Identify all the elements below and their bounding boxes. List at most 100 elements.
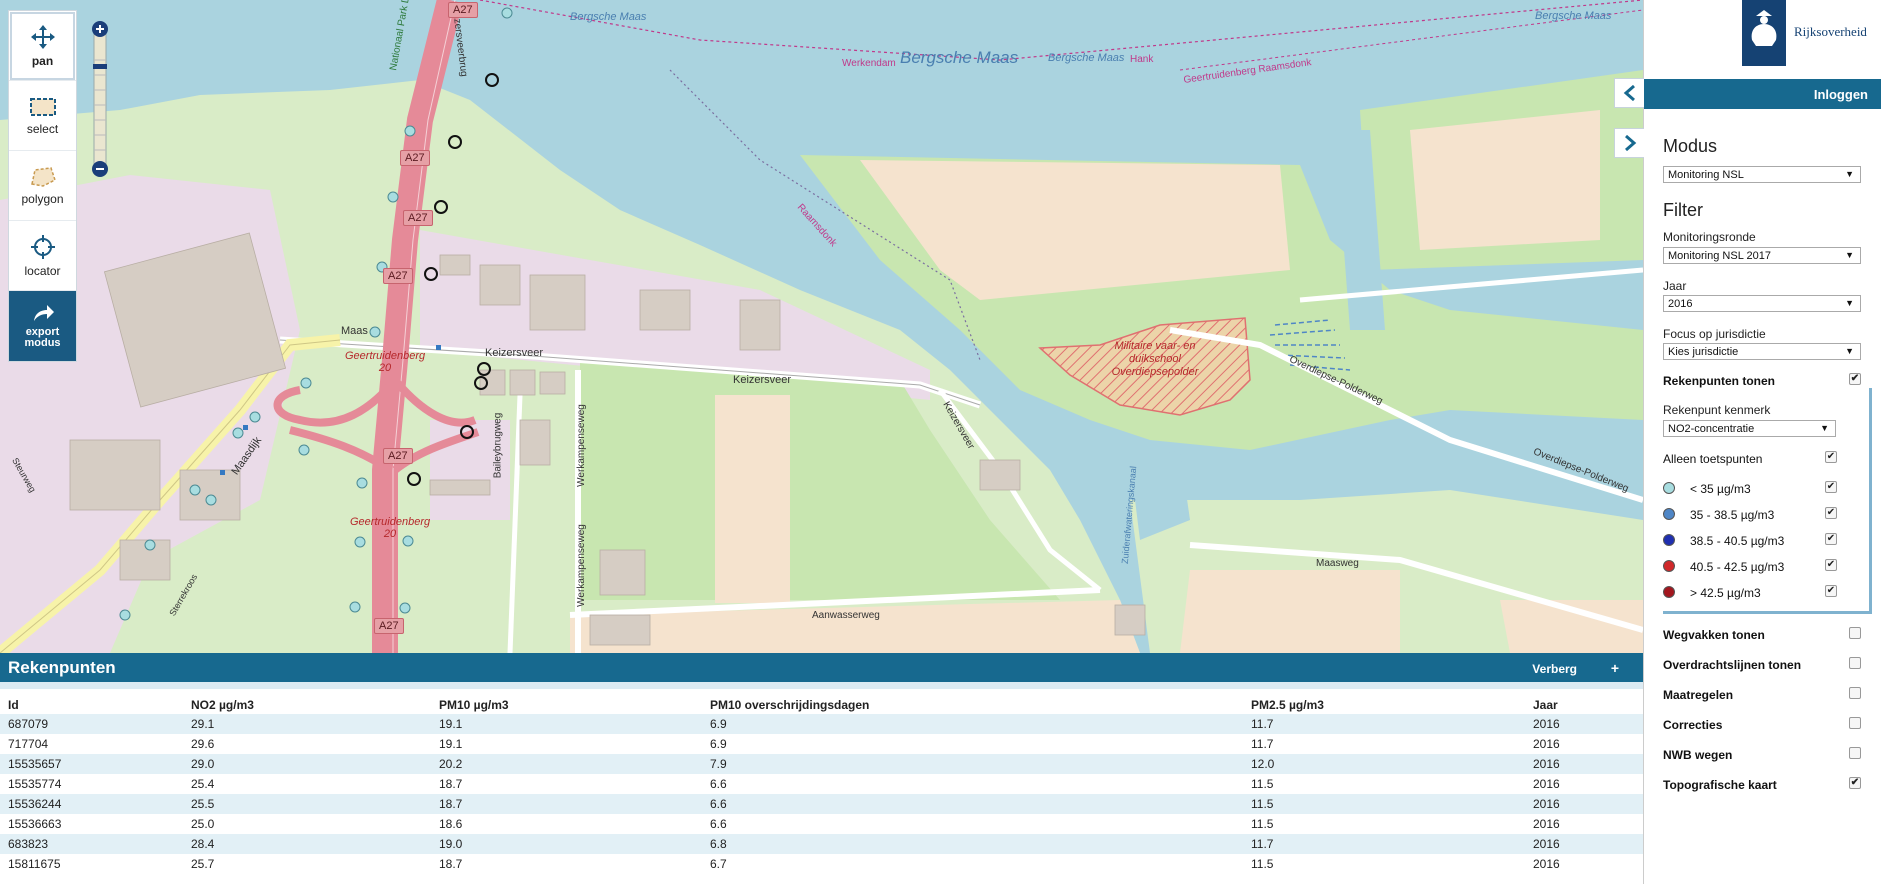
table-cell: 11.7 [1243, 714, 1525, 734]
jaar-select[interactable]: 2016 ▼ [1663, 295, 1861, 312]
legend-checkbox[interactable]: ✔ [1825, 533, 1837, 545]
road-shield-a27: A27 [403, 210, 433, 226]
locator-tool[interactable]: locator [9, 221, 76, 291]
zoom-handle[interactable] [93, 64, 107, 69]
tool-label: locator [24, 263, 61, 278]
table-cell: 2016 [1533, 817, 1560, 831]
modus-value: Monitoring NSL [1668, 169, 1744, 181]
kenmerk-label: Rekenpunt kenmerk [1663, 403, 1771, 417]
layer-row: Correcties [1663, 717, 1861, 732]
river-label: Bergsche Maas [1048, 52, 1125, 64]
legend-checkbox[interactable]: ✔ [1825, 559, 1837, 571]
export-mode-button[interactable]: export modus [9, 291, 76, 361]
legend-dot-icon [1663, 586, 1675, 598]
table-row[interactable]: 683823 28.4 19.0 6.8 11.7 2016 [0, 834, 1643, 854]
layer-label: Maatregelen [1663, 688, 1734, 702]
ronde-select[interactable]: Monitoring NSL 2017 ▼ [1663, 247, 1861, 264]
table-cell: 2016 [1533, 737, 1560, 751]
layer-label: Topografische kaart [1663, 778, 1777, 792]
pan-tool[interactable]: pan [9, 11, 76, 81]
expand-panel-button[interactable] [1614, 128, 1644, 158]
table-cell: 19.1 [431, 714, 702, 734]
table-row[interactable]: 15811675 25.7 18.7 6.7 11.5 2016 [0, 854, 1643, 874]
layer-label: Correcties [1663, 718, 1723, 732]
layer-row: Wegvakken tonen [1663, 627, 1861, 642]
road-shield-a27: A27 [383, 448, 413, 464]
polygon-icon [30, 166, 56, 187]
select-tool[interactable]: select [9, 81, 76, 151]
column-header[interactable]: NO2 µg/m3 [183, 695, 431, 714]
alleen-toetspunten-label: Alleen toetspunten [1663, 452, 1763, 466]
app: Bergsche Maas Bergsche Maas Bergsche Maa… [0, 0, 1881, 884]
polygon-tool[interactable]: polygon [9, 151, 76, 221]
legend-label: < 35 µg/m3 [1690, 482, 1751, 496]
map-tiles [0, 0, 1643, 653]
road-label: Keizersveer [485, 347, 544, 359]
collapse-panel-button[interactable] [1614, 78, 1644, 108]
map-toolbar: pan select polygon locator export modus [8, 10, 77, 362]
focus-select[interactable]: Kies jurisdictie ▼ [1663, 343, 1861, 360]
table-cell: 6.7 [710, 857, 727, 871]
table-cell: 7.9 [702, 754, 1243, 774]
table-row[interactable]: 717704 29.6 19.1 6.9 11.7 2016 [0, 734, 1643, 754]
column-header[interactable]: Jaar [1525, 695, 1643, 714]
layer-checkbox[interactable] [1849, 657, 1861, 669]
table-cell: 11.5 [1251, 817, 1274, 831]
road-label: Werkampenseweg [575, 404, 587, 487]
chevron-down-icon: ▼ [1845, 250, 1854, 260]
chevron-down-icon: ▼ [1845, 298, 1854, 308]
column-header[interactable]: PM10 µg/m3 [431, 695, 702, 714]
hide-results-button[interactable]: Verberg [1532, 662, 1577, 676]
table-cell: 18.7 [439, 857, 463, 871]
column-header[interactable]: PM10 overschrijdingsdagen [702, 695, 1243, 714]
layer-checkbox[interactable] [1849, 747, 1861, 759]
legend-item: 35 - 38.5 µg/m3 ✔ [1663, 507, 1837, 522]
table-cell: 2016 [1525, 714, 1643, 734]
legend-item: < 35 µg/m3 ✔ [1663, 481, 1837, 496]
filter-heading: Filter [1663, 200, 1703, 220]
layer-label: NWB wegen [1663, 748, 1733, 762]
expand-results-button[interactable]: + [1611, 660, 1619, 676]
rekenpunten-tonen-checkbox[interactable]: ✔ [1849, 373, 1861, 385]
table-row[interactable]: 15536244 25.5 18.7 6.6 11.5 2016 [0, 794, 1643, 814]
layer-checkbox[interactable]: ✔ [1849, 777, 1861, 789]
table-cell: 20.2 [431, 754, 702, 774]
road-label: Baileybrugweg [492, 412, 504, 479]
legend-checkbox[interactable]: ✔ [1825, 481, 1837, 493]
table-cell: 15811675 [8, 857, 61, 871]
legend-checkbox[interactable]: ✔ [1825, 585, 1837, 597]
table-cell: 25.7 [191, 857, 215, 871]
alleen-toetspunten-checkbox[interactable]: ✔ [1825, 451, 1837, 463]
share-arrow-icon [33, 305, 54, 321]
map[interactable]: Bergsche Maas Bergsche Maas Bergsche Maa… [0, 0, 1643, 653]
legend-item: > 42.5 µg/m3 ✔ [1663, 585, 1837, 600]
login-button[interactable]: Inloggen [1644, 79, 1881, 109]
layer-checkbox[interactable] [1849, 687, 1861, 699]
river-label: Bergsche Maas [1535, 10, 1612, 22]
road-label: Maas [341, 325, 368, 337]
place-label-werkendam: Werkendam [842, 58, 896, 69]
table-cell: 15535774 [8, 777, 62, 791]
modus-select[interactable]: Monitoring NSL ▼ [1663, 166, 1861, 183]
table-row[interactable]: 15536663 25.0 18.6 6.6 11.5 2016 [0, 814, 1643, 834]
legend-item: 40.5 - 42.5 µg/m3 ✔ [1663, 559, 1837, 574]
table-cell: 6.6 [710, 817, 727, 831]
legend-checkbox[interactable]: ✔ [1825, 507, 1837, 519]
layer-checkbox[interactable] [1849, 627, 1861, 639]
table-row[interactable]: 687079 29.1 19.1 6.9 11.7 2016 [0, 714, 1643, 734]
kenmerk-select[interactable]: NO2-concentratie ▼ [1663, 420, 1836, 437]
column-header[interactable]: Id [0, 695, 183, 714]
column-header[interactable]: PM2.5 µg/m3 [1243, 695, 1525, 714]
chevron-right-icon [1624, 135, 1636, 151]
zoom-slider[interactable] [91, 20, 109, 178]
legend-label: 40.5 - 42.5 µg/m3 [1690, 560, 1785, 574]
tool-label: polygon [21, 191, 64, 206]
layer-checkbox[interactable] [1849, 717, 1861, 729]
results-header: Rekenpunten Verberg + [0, 653, 1643, 689]
table-cell: 6.6 [710, 777, 727, 791]
table-row[interactable]: 15535657 29.0 20.2 7.9 12.0 2016 [0, 754, 1643, 774]
move-icon [30, 24, 55, 49]
table-cell: 6.6 [702, 794, 1243, 814]
table-row[interactable]: 15535774 25.4 18.7 6.6 11.5 2016 [0, 774, 1643, 794]
road-shield-a27: A27 [448, 2, 478, 18]
